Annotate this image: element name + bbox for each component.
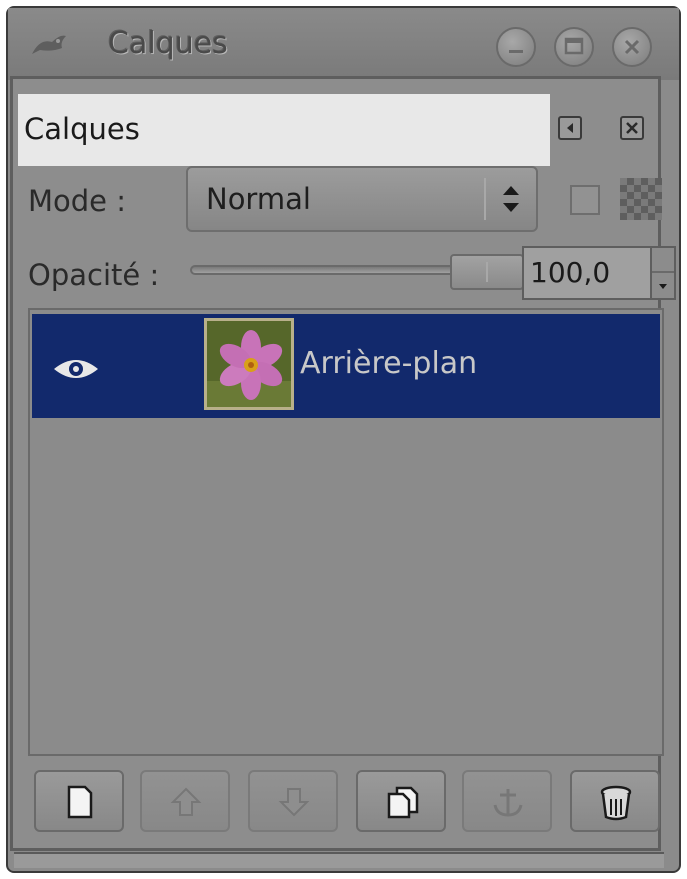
- lower-layer-button[interactable]: [248, 770, 338, 832]
- maximize-button[interactable]: [554, 27, 594, 67]
- dock-tab-layers[interactable]: Calques: [18, 94, 550, 166]
- combo-separator: [484, 178, 486, 220]
- layer-name[interactable]: Arrière-plan: [300, 346, 477, 381]
- maximize-icon: [564, 37, 584, 55]
- lower-layer-icon: [278, 788, 310, 817]
- mode-label: Mode :: [28, 184, 127, 218]
- raise-layer-button[interactable]: [140, 770, 230, 832]
- delete-layer-button[interactable]: [570, 770, 660, 832]
- close-icon: [624, 39, 640, 55]
- opacity-label: Opacité :: [28, 258, 160, 292]
- anchor-layer-icon: [493, 789, 523, 817]
- anchor-layer-button[interactable]: [462, 770, 552, 832]
- tab-menu-button[interactable]: [558, 116, 582, 140]
- close-window-button[interactable]: [612, 27, 652, 67]
- mode-value: Normal: [206, 182, 311, 216]
- layer-thumbnail: [204, 318, 294, 410]
- opacity-value-input[interactable]: 100,0: [522, 246, 654, 300]
- duplicate-layer-icon: [387, 786, 419, 819]
- mode-select[interactable]: Normal: [186, 166, 538, 232]
- dock-tab-label: Calques: [24, 112, 140, 146]
- title-bar[interactable]: Calques: [8, 8, 679, 80]
- close-icon: [626, 122, 638, 134]
- window-title: Calques: [108, 26, 228, 61]
- new-layer-icon: [67, 785, 93, 819]
- duplicate-layer-button[interactable]: [356, 770, 446, 832]
- opacity-slider-handle[interactable]: [450, 254, 524, 290]
- minimize-icon: [509, 50, 523, 53]
- window-bottom-edge: [14, 852, 664, 868]
- raise-layer-icon: [170, 787, 202, 816]
- flower-thumbnail-image: [207, 321, 291, 407]
- updown-arrows-icon: [503, 186, 519, 212]
- spin-down-icon: [652, 271, 674, 289]
- trash-icon: [600, 785, 632, 821]
- gimp-wilber-icon: [32, 35, 66, 54]
- opacity-spin-buttons[interactable]: [650, 246, 676, 300]
- tab-menu-icon: [567, 123, 573, 133]
- visibility-eye-icon[interactable]: [52, 355, 100, 383]
- new-layer-button[interactable]: [34, 770, 124, 832]
- alpha-checker-icon: [620, 178, 662, 220]
- grip-icon: [486, 262, 488, 282]
- close-tab-button[interactable]: [620, 116, 644, 140]
- lock-alpha-checkbox[interactable]: [570, 185, 600, 215]
- minimize-button[interactable]: [496, 27, 536, 67]
